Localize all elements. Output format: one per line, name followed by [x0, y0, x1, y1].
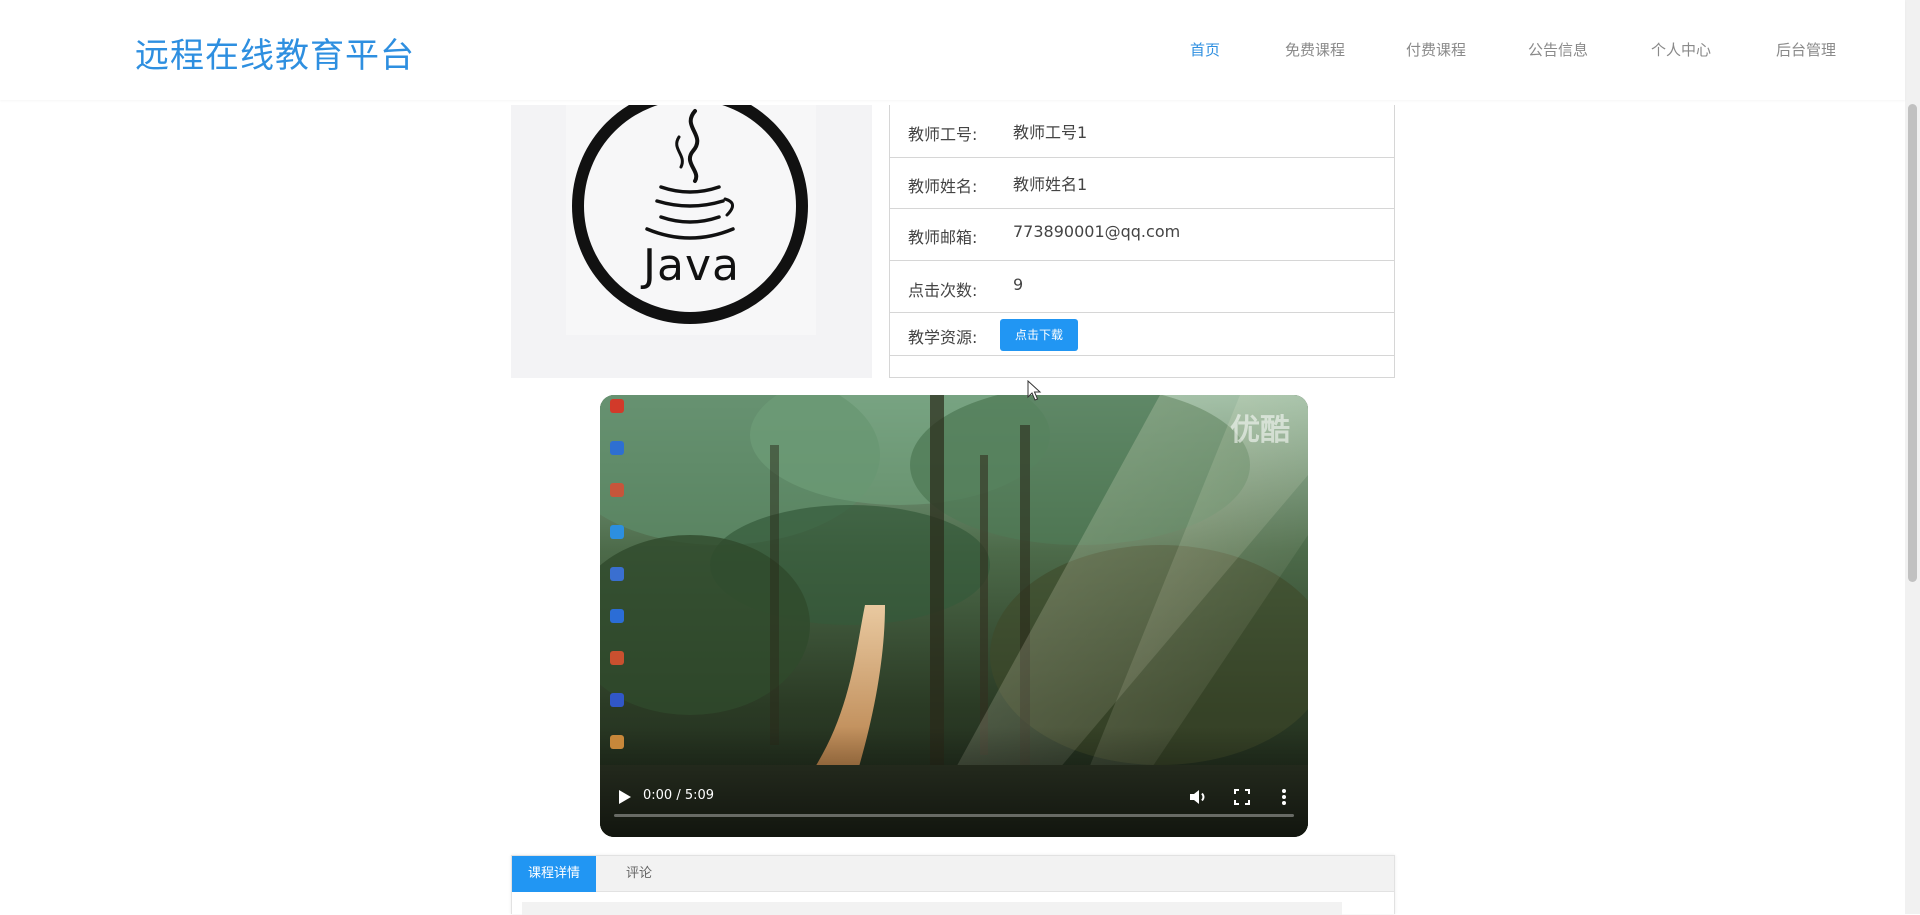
teacher-info-table: 教师工号: 教师工号1 教师姓名: 教师姓名1 教师邮箱: 773890001@… — [889, 105, 1395, 378]
site-header: 远程在线教育平台 首页 免费课程 付费课程 公告信息 个人中心 后台管理 — [0, 0, 1905, 100]
course-tabs-panel: 课程详情 评论 — [511, 855, 1395, 915]
video-time: 0:00 / 5:09 — [643, 788, 715, 803]
mouse-cursor-icon — [1027, 380, 1042, 401]
download-button[interactable]: 点击下载 — [1000, 319, 1078, 351]
info-label: 教师邮箱: — [908, 228, 978, 247]
video-watermark: 优酷 — [1230, 413, 1290, 448]
info-label: 点击次数: — [908, 281, 978, 300]
tab-course-details[interactable]: 课程详情 — [512, 856, 596, 892]
video-progress-bar[interactable] — [614, 814, 1294, 817]
info-row-resources: 教学资源: 点击下载 — [890, 313, 1394, 356]
info-value: 9 — [1013, 275, 1024, 294]
main-nav: 首页 免费课程 付费课程 公告信息 个人中心 后台管理 — [0, 39, 1905, 63]
page-scrollbar[interactable] — [1905, 0, 1920, 914]
info-row-teacher-id: 教师工号: 教师工号1 — [890, 105, 1394, 158]
video-player[interactable]: 优酷 0:00 / 5:09 — [600, 395, 1308, 837]
scrollbar-thumb[interactable] — [1908, 104, 1917, 582]
play-icon[interactable] — [612, 785, 636, 809]
course-image: Java — [511, 105, 872, 378]
nav-free-courses[interactable]: 免费课程 — [1285, 39, 1345, 60]
nav-announcements[interactable]: 公告信息 — [1528, 39, 1588, 60]
more-options-icon[interactable] — [1272, 785, 1296, 809]
tab-content — [522, 902, 1342, 915]
info-label: 教师工号: — [908, 125, 978, 144]
nav-admin[interactable]: 后台管理 — [1776, 39, 1836, 60]
info-label: 教师姓名: — [908, 177, 978, 196]
info-value: 773890001@qq.com — [1013, 222, 1181, 241]
info-row-teacher-email: 教师邮箱: 773890001@qq.com — [890, 209, 1394, 261]
nav-paid-courses[interactable]: 付费课程 — [1406, 39, 1466, 60]
tabs-bar: 课程详情 评论 — [512, 856, 1394, 892]
nav-personal-center[interactable]: 个人中心 — [1651, 39, 1711, 60]
info-value: 教师工号1 — [1013, 123, 1088, 142]
tab-comments[interactable]: 评论 — [596, 856, 682, 892]
java-logo-text: Java — [643, 240, 740, 291]
video-desktop-icons — [608, 395, 630, 775]
nav-home[interactable]: 首页 — [1190, 39, 1220, 60]
volume-icon[interactable] — [1186, 785, 1210, 809]
info-label: 教学资源: — [908, 328, 978, 347]
info-value: 教师姓名1 — [1013, 175, 1088, 194]
fullscreen-icon[interactable] — [1230, 785, 1254, 809]
video-frame — [600, 395, 1308, 837]
info-row-click-count: 点击次数: 9 — [890, 261, 1394, 313]
info-row-teacher-name: 教师姓名: 教师姓名1 — [890, 158, 1394, 209]
